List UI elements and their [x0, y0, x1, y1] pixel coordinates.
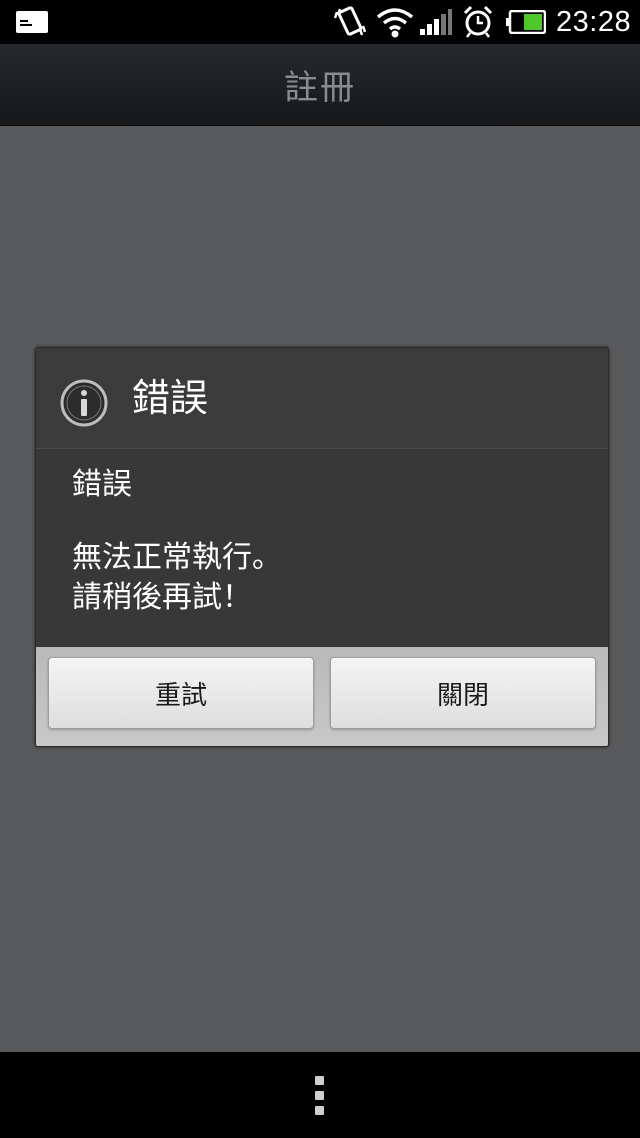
dialog-header: 錯誤: [36, 348, 608, 449]
info-icon: [60, 379, 108, 427]
menu-icon[interactable]: [315, 1076, 325, 1116]
signal-icon: [420, 0, 452, 44]
title-bar: 註冊: [0, 44, 640, 126]
dialog-button-bar: 重試 關閉: [36, 647, 608, 746]
close-button[interactable]: 關閉: [330, 657, 596, 729]
status-bar: 23:28: [0, 0, 640, 44]
dialog-message: 錯誤 無法正常執行。 請稍後再試！: [36, 449, 608, 647]
alarm-icon: [463, 0, 493, 44]
message-line: 請稍後再試！: [72, 580, 252, 615]
wifi-icon: [376, 0, 414, 44]
vibrate-icon: [334, 0, 368, 44]
retry-button[interactable]: 重試: [48, 657, 314, 729]
message-line: 無法正常執行。: [72, 540, 282, 575]
screen: 23:28 註冊 錯誤 錯誤 無法正常執行。 請稍後再試！ 重試 關閉: [0, 0, 640, 1138]
navigation-bar: [0, 1052, 640, 1138]
message-heading: 錯誤: [72, 467, 132, 502]
dialog-title: 錯誤: [132, 376, 209, 420]
notification-icon: [16, 0, 48, 44]
error-dialog: 錯誤 錯誤 無法正常執行。 請稍後再試！ 重試 關閉: [35, 347, 609, 747]
clock-time: 23:28: [556, 5, 632, 38]
page-title: 註冊: [284, 68, 356, 108]
battery-icon: [506, 0, 546, 44]
